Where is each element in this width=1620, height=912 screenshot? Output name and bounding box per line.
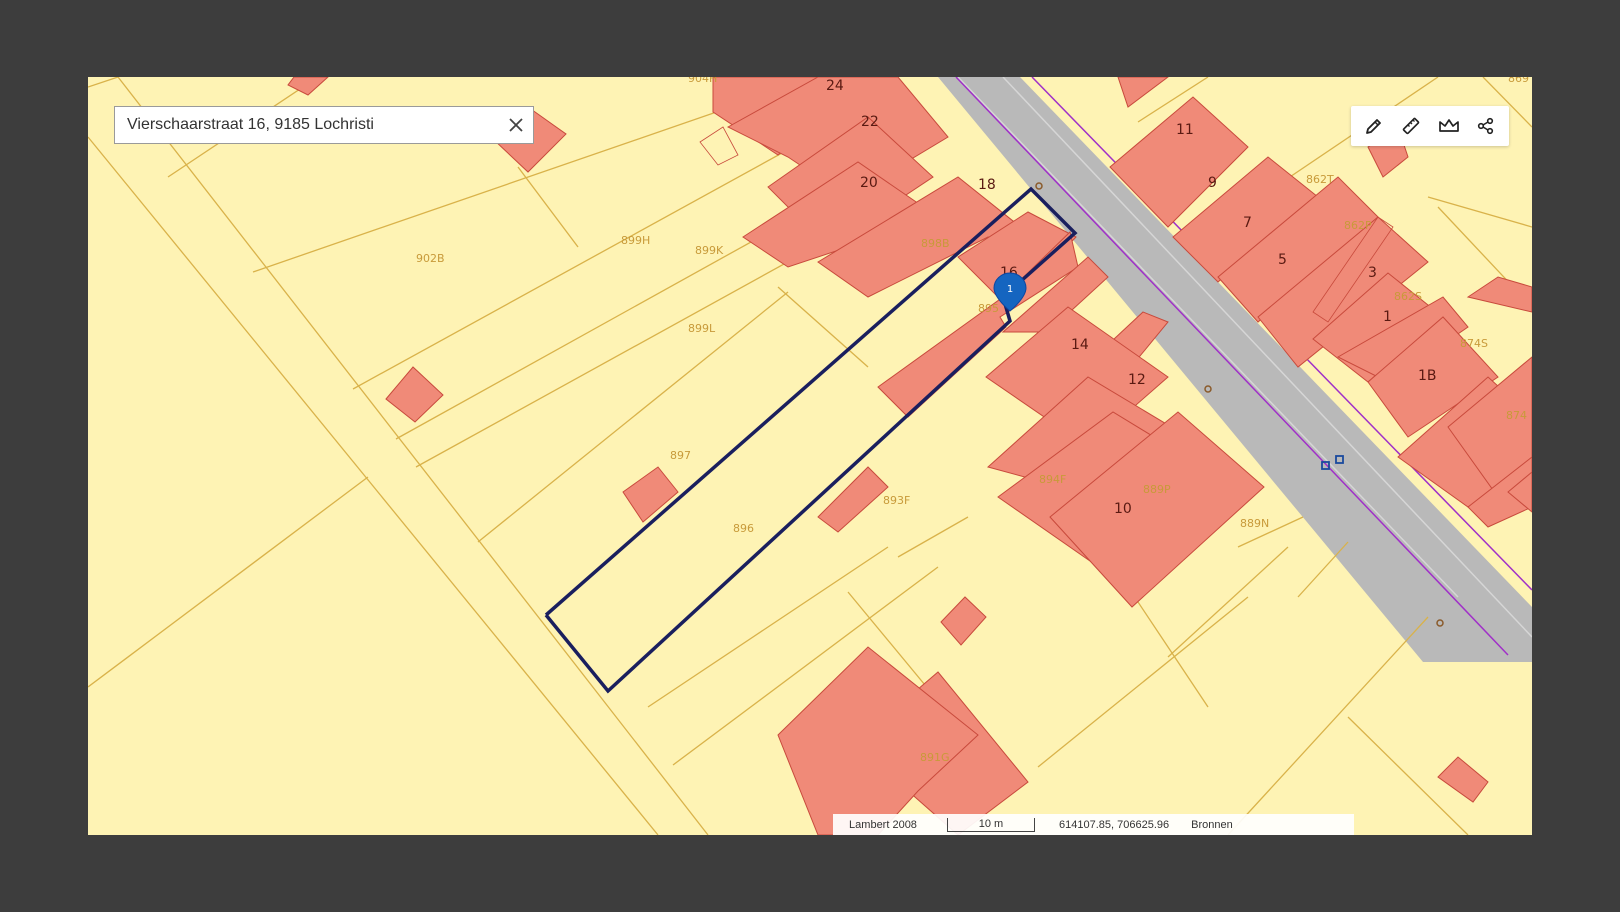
plot-number: 862P — [1344, 219, 1372, 232]
clear-search-button[interactable] — [499, 108, 533, 142]
plot-number: 862S — [1394, 290, 1422, 303]
house-number: 18 — [978, 177, 996, 193]
plot-number: 899L — [688, 322, 716, 335]
house-number: 14 — [1071, 337, 1089, 353]
house-number: 22 — [861, 114, 879, 130]
house-number: 1B — [1418, 368, 1437, 384]
plot-number: 889P — [1143, 483, 1171, 496]
plot-number: 899H — [621, 234, 650, 247]
measure-area-button[interactable] — [1432, 109, 1466, 143]
house-number: 24 — [826, 78, 844, 94]
house-number: 5 — [1278, 252, 1287, 268]
projection-label[interactable]: Lambert 2008 — [833, 819, 933, 831]
plot-number: 862T — [1306, 173, 1334, 186]
house-number: 3 — [1368, 265, 1377, 281]
sources-link[interactable]: Bronnen — [1179, 819, 1245, 831]
plot-number: 897 — [670, 449, 691, 462]
house-number: 7 — [1243, 215, 1252, 231]
plot-number: 874 — [1506, 409, 1527, 422]
map-toolbar — [1351, 106, 1509, 146]
house-number: 9 — [1208, 175, 1217, 191]
share-icon — [1478, 117, 1494, 135]
close-icon — [509, 118, 523, 132]
pencil-icon — [1365, 119, 1381, 134]
plot-number: 898B — [921, 237, 950, 250]
house-number: 20 — [860, 175, 878, 191]
plot-number: 895 — [978, 302, 999, 315]
plot-number: 904H — [688, 77, 717, 85]
house-number: 10 — [1114, 501, 1132, 517]
house-number: 11 — [1176, 122, 1194, 138]
scale-bar: 10 m — [947, 817, 1035, 832]
plot-number: 869 — [1508, 77, 1529, 85]
plot-number: 891G — [920, 751, 950, 764]
share-button[interactable] — [1469, 109, 1503, 143]
marker-label: 1 — [1007, 284, 1013, 295]
address-search-box — [114, 106, 534, 144]
plot-number: 899K — [695, 244, 724, 257]
draw-button[interactable] — [1357, 109, 1391, 143]
search-input[interactable] — [115, 107, 499, 143]
plot-number: 902B — [416, 252, 445, 265]
plot-number: 896 — [733, 522, 754, 535]
plot-number: 889N — [1240, 517, 1269, 530]
map-frame[interactable]: 24 22 20 18 16 14 12 10 11 9 7 5 3 1 1B … — [88, 77, 1532, 835]
measure-distance-button[interactable] — [1394, 109, 1428, 143]
house-number: 12 — [1128, 372, 1146, 388]
ruler-icon — [1403, 117, 1420, 135]
plot-number: 894F — [1039, 473, 1066, 486]
coordinates-readout: 614107.85, 706625.96 — [1059, 818, 1170, 831]
plot-number: 874S — [1460, 337, 1488, 350]
map-canvas[interactable]: 24 22 20 18 16 14 12 10 11 9 7 5 3 1 1B … — [88, 77, 1532, 835]
plot-number: 893F — [883, 494, 910, 507]
map-status-bar: Lambert 2008 10 m 614107.85, 706625.96 B… — [833, 814, 1354, 835]
crown-icon — [1438, 119, 1459, 132]
house-number: 1 — [1383, 309, 1392, 325]
